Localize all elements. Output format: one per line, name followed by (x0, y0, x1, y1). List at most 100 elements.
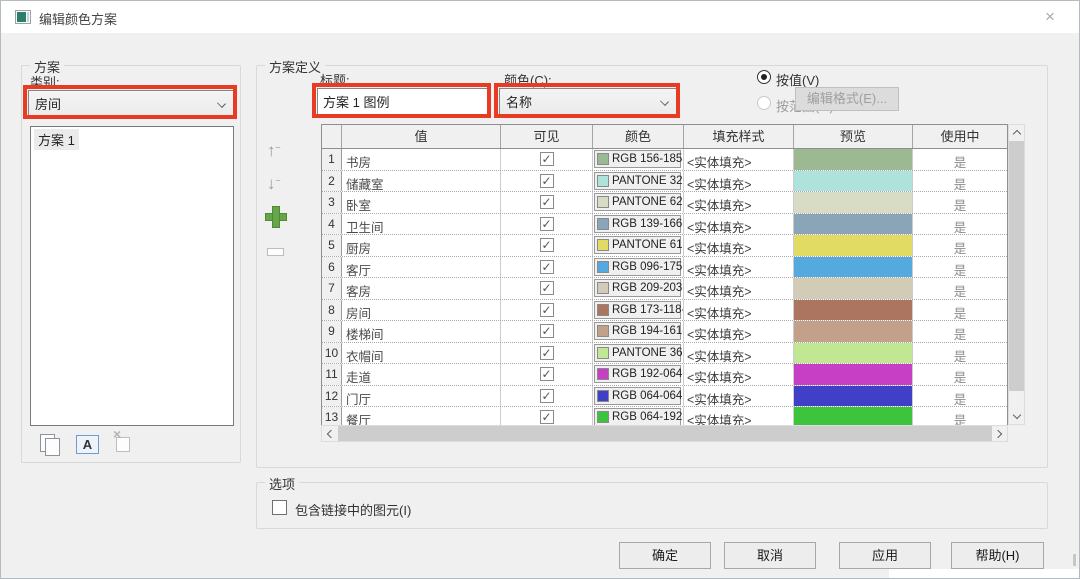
value-cell[interactable]: 卧室 (342, 192, 501, 213)
visible-checkbox[interactable]: ✓ (540, 367, 554, 381)
move-up-icon[interactable]: ↑– (267, 141, 281, 161)
row-number-cell: 7 (322, 278, 342, 299)
color-button[interactable]: RGB 096-175- (594, 258, 681, 276)
scroll-left-icon[interactable] (322, 426, 337, 441)
table-row[interactable]: 5厨房✓PANTONE 61<实体填充>是 (322, 235, 1007, 257)
table-row[interactable]: 11走道✓RGB 192-064-<实体填充>是 (322, 364, 1007, 386)
value-cell[interactable]: 书房 (342, 149, 501, 170)
fill-pattern-cell[interactable]: <实体填充> (684, 300, 794, 321)
color-button[interactable]: RGB 192-064- (594, 365, 681, 383)
horizontal-scroll-thumb[interactable] (338, 426, 992, 441)
help-button[interactable]: 帮助(H) (951, 542, 1044, 569)
table-row[interactable]: 1书房✓RGB 156-185-<实体填充>是 (322, 149, 1007, 171)
close-icon[interactable]: × (1033, 5, 1067, 29)
value-cell[interactable]: 门厅 (342, 386, 501, 407)
scroll-right-icon[interactable] (992, 426, 1007, 441)
fill-pattern-cell[interactable]: <实体填充> (684, 278, 794, 299)
ok-button[interactable]: 确定 (619, 542, 711, 569)
table-row[interactable]: 9楼梯间✓RGB 194-161-<实体填充>是 (322, 321, 1007, 343)
fill-pattern-cell[interactable]: <实体填充> (684, 257, 794, 278)
table-row[interactable]: 4卫生间✓RGB 139-166-<实体填充>是 (322, 214, 1007, 236)
visible-checkbox[interactable]: ✓ (540, 281, 554, 295)
fill-pattern-cell[interactable]: <实体填充> (684, 214, 794, 235)
table-row[interactable]: 3卧室✓PANTONE 62<实体填充>是 (322, 192, 1007, 214)
vertical-scroll-thumb[interactable] (1009, 141, 1024, 391)
value-cell[interactable]: 卫生间 (342, 214, 501, 235)
table-row[interactable]: 13餐厅✓RGB 064-192-<实体填充>是 (322, 407, 1007, 426)
color-button[interactable]: PANTONE 61 (594, 236, 681, 254)
value-cell[interactable]: 厨房 (342, 235, 501, 256)
value-cell[interactable]: 客房 (342, 278, 501, 299)
fill-pattern-cell[interactable]: <实体填充> (684, 407, 794, 426)
horizontal-scrollbar[interactable] (321, 425, 1008, 442)
scroll-up-icon[interactable] (1009, 125, 1024, 140)
table-row[interactable]: 12门厅✓RGB 064-064-<实体填充>是 (322, 386, 1007, 408)
table-row[interactable]: 6客厅✓RGB 096-175-<实体填充>是 (322, 257, 1007, 279)
color-dropdown[interactable]: 名称 (499, 88, 677, 115)
rename-scheme-icon[interactable]: A (76, 435, 99, 454)
visible-checkbox[interactable]: ✓ (540, 195, 554, 209)
value-cell[interactable]: 走道 (342, 364, 501, 385)
color-name-label: RGB 192-064- (612, 368, 684, 380)
color-chip (597, 261, 609, 273)
value-cell[interactable]: 衣帽间 (342, 343, 501, 364)
fill-pattern-cell[interactable]: <实体填充> (684, 235, 794, 256)
visible-checkbox[interactable]: ✓ (540, 152, 554, 166)
visible-checkbox[interactable]: ✓ (540, 410, 554, 424)
include-linked-checkbox[interactable] (272, 500, 287, 515)
resize-grip[interactable] (1073, 554, 1076, 566)
color-button[interactable]: RGB 139-166- (594, 215, 681, 233)
color-button[interactable]: RGB 209-203- (594, 279, 681, 297)
duplicate-scheme-icon[interactable] (40, 434, 62, 456)
scroll-down-icon[interactable] (1009, 409, 1024, 424)
fill-pattern-cell[interactable]: <实体填充> (684, 343, 794, 364)
fill-pattern-cell[interactable]: <实体填充> (684, 364, 794, 385)
visible-checkbox[interactable]: ✓ (540, 260, 554, 274)
visible-checkbox[interactable]: ✓ (540, 174, 554, 188)
in-use-cell: 是 (913, 343, 1007, 364)
visible-checkbox[interactable]: ✓ (540, 346, 554, 360)
visible-checkbox[interactable]: ✓ (540, 217, 554, 231)
table-row[interactable]: 8房间✓RGB 173-118-<实体填充>是 (322, 300, 1007, 322)
fill-pattern-cell[interactable]: <实体填充> (684, 192, 794, 213)
delete-scheme-icon[interactable] (116, 437, 130, 452)
table-row[interactable]: 2储藏室✓PANTONE 32<实体填充>是 (322, 171, 1007, 193)
fill-pattern-cell[interactable]: <实体填充> (684, 149, 794, 170)
color-button[interactable]: RGB 173-118- (594, 301, 681, 319)
fill-pattern-cell[interactable]: <实体填充> (684, 321, 794, 342)
visible-checkbox[interactable]: ✓ (540, 389, 554, 403)
fill-pattern-cell[interactable]: <实体填充> (684, 386, 794, 407)
fill-pattern-cell[interactable]: <实体填充> (684, 171, 794, 192)
move-down-icon[interactable]: ↓– (267, 174, 281, 194)
scheme-list-item[interactable]: 方案 1 (34, 129, 79, 150)
color-button[interactable]: RGB 156-185- (594, 150, 681, 168)
color-button[interactable]: PANTONE 62 (594, 193, 681, 211)
color-button[interactable]: PANTONE 36 (594, 344, 681, 362)
visible-checkbox[interactable]: ✓ (540, 303, 554, 317)
color-button[interactable]: PANTONE 32 (594, 172, 681, 190)
vertical-scrollbar[interactable] (1008, 124, 1025, 425)
color-button[interactable]: RGB 194-161- (594, 322, 681, 340)
color-button[interactable]: RGB 064-064- (594, 387, 681, 405)
visible-checkbox[interactable]: ✓ (540, 324, 554, 338)
title-input[interactable] (317, 88, 488, 115)
value-cell[interactable]: 房间 (342, 300, 501, 321)
category-dropdown[interactable]: 房间 (28, 90, 234, 117)
color-button[interactable]: RGB 064-192- (594, 408, 681, 426)
value-cell[interactable]: 储藏室 (342, 171, 501, 192)
table-row[interactable]: 7客房✓RGB 209-203-<实体填充>是 (322, 278, 1007, 300)
table-header: 值可见颜色填充样式预览使用中 (322, 125, 1007, 149)
table-row[interactable]: 10衣帽间✓PANTONE 36<实体填充>是 (322, 343, 1007, 365)
visible-checkbox[interactable]: ✓ (540, 238, 554, 252)
value-cell[interactable]: 楼梯间 (342, 321, 501, 342)
scheme-listbox[interactable]: 方案 1 (30, 126, 234, 426)
color-dropdown-value: 名称 (506, 92, 532, 111)
color-cell: RGB 173-118- (593, 300, 684, 321)
by-value-radio[interactable] (757, 70, 771, 84)
apply-button[interactable]: 应用 (839, 542, 931, 569)
value-cell[interactable]: 餐厅 (342, 407, 501, 426)
by-range-radio[interactable] (757, 96, 771, 110)
cancel-button[interactable]: 取消 (724, 542, 816, 569)
value-cell[interactable]: 客厅 (342, 257, 501, 278)
add-value-icon[interactable] (265, 206, 285, 226)
